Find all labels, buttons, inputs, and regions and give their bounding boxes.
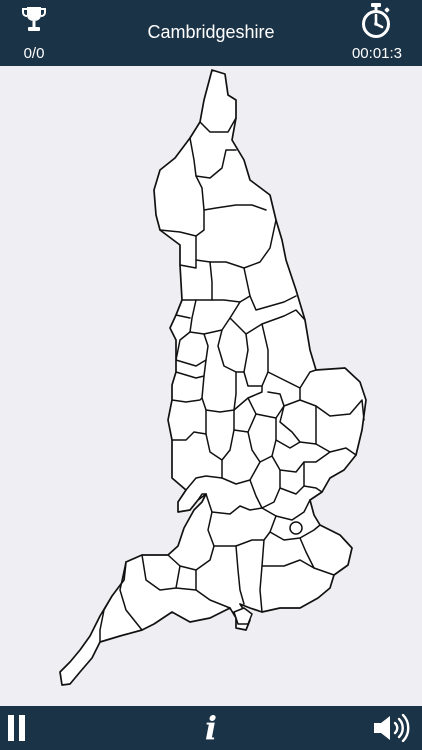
isle-of-wight xyxy=(233,607,253,625)
bottom-bar: i xyxy=(0,706,422,750)
map-area[interactable] xyxy=(0,66,422,706)
score-counter: 0/0 xyxy=(23,45,45,62)
pause-icon[interactable] xyxy=(7,714,27,742)
greater-london xyxy=(289,521,303,535)
elapsed-timer: 00:01:3 xyxy=(351,45,403,62)
target-county-title: Cambridgeshire xyxy=(147,22,275,42)
england-county-map[interactable] xyxy=(0,66,422,706)
top-bar: 0/0 Cambridgeshire 00:01:3 xyxy=(0,0,422,66)
speaker-icon[interactable] xyxy=(372,714,412,742)
stopwatch-icon xyxy=(362,3,390,38)
england-outline xyxy=(59,69,367,686)
info-button[interactable]: i xyxy=(194,708,228,748)
